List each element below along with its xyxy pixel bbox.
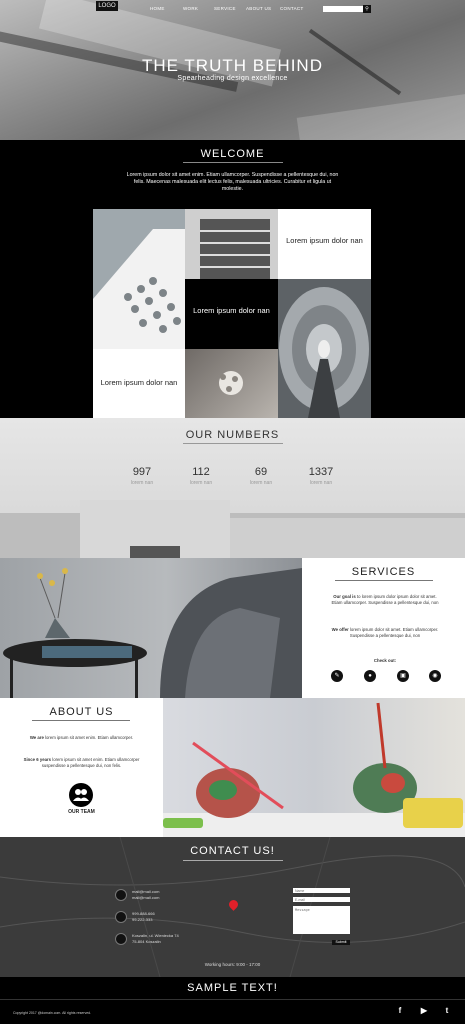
phone-icon	[115, 911, 127, 923]
since-rest: lorem ipsum sit amet enim. Etiam ullamco…	[41, 757, 140, 768]
name-field[interactable]	[293, 888, 350, 893]
gallery-tile-text-2[interactable]: Lorem ipsum dolor nan	[185, 279, 278, 349]
since-bold: Since 6 years	[23, 757, 52, 762]
pen-icon[interactable]: ✎	[331, 670, 343, 682]
tv-icon[interactable]: ▣	[397, 670, 409, 682]
services-image	[0, 558, 302, 698]
building-window	[130, 546, 180, 558]
twitter-icon[interactable]: t	[442, 1006, 452, 1016]
welcome-title: WELCOME	[200, 148, 265, 160]
tile-caption: Lorem ipsum dolor nan	[193, 306, 270, 315]
hero-subtitle: Spearheading design excellence	[177, 75, 288, 82]
about-divider	[32, 720, 130, 721]
working-hours: Working hours: 9:00 - 17:00	[204, 962, 261, 967]
tunnel-shape	[279, 287, 369, 418]
submit-button[interactable]: Submit	[332, 940, 350, 945]
nav-work[interactable]: WORK	[183, 6, 198, 11]
we-are-rest: lorem ipsum sit amet enim. Etiam ullamco…	[43, 735, 134, 740]
offer-rest: lorem ipsum dolor sit amet. Etiam ullamc…	[348, 627, 439, 638]
ornament-shape	[219, 371, 243, 395]
services-divider	[335, 580, 433, 581]
services-offer-text: We offer lorem ipsum dolor sit amet. Eti…	[330, 627, 440, 639]
stat-label: lorem nan	[130, 480, 154, 486]
stat-value: 1337	[308, 466, 334, 478]
mail-icon	[115, 889, 127, 901]
youtube-icon[interactable]: ▶	[419, 1006, 429, 1016]
interior-shape	[3, 568, 302, 698]
gallery-tile-text-3[interactable]: Lorem ipsum dolor nan	[93, 349, 185, 418]
gallery-tile-text-1[interactable]: Lorem ipsum dolor nan	[278, 209, 371, 279]
building-shape	[185, 209, 278, 279]
goal-bold: Our goal is	[333, 594, 356, 599]
location-icon	[115, 933, 127, 945]
stat-label: lorem nan	[189, 480, 213, 486]
welcome-divider	[183, 162, 283, 163]
hero-title: THE TRUTH BEHIND	[142, 56, 323, 75]
about-we-are-text: We are lorem ipsum sit amet enim. Etiam …	[14, 735, 149, 741]
contact-title: CONTACT US!	[190, 845, 275, 857]
message-field[interactable]	[293, 906, 350, 934]
we-are-bold: We are	[29, 735, 44, 740]
stat-label: lorem nan	[309, 480, 333, 486]
numbers-title: OUR NUMBERS	[185, 429, 280, 441]
painting-hands-shape	[163, 702, 465, 837]
contact-address: Koszalin, ul. Wieniecka 74 75-804 Koszal…	[132, 933, 179, 944]
welcome-text: Lorem ipsum dolor sit amet enim. Etiam u…	[126, 172, 339, 192]
gallery-image-tunnel[interactable]	[278, 279, 371, 418]
about-image	[163, 698, 465, 837]
phone-1[interactable]: 999-888-666	[132, 911, 155, 917]
search-input[interactable]	[323, 6, 363, 12]
team-glyph	[73, 789, 89, 801]
contact-emails: mail@mail.com mail@mail.com	[132, 889, 159, 900]
numbers-divider	[183, 443, 283, 444]
team-label[interactable]: OUR TEAM	[0, 809, 163, 815]
footer-divider	[0, 999, 465, 1000]
about-since-text: Since 6 years lorem ipsum sit amet enim.…	[14, 757, 149, 769]
gallery-image-ornament[interactable]	[185, 349, 278, 418]
disc-icon[interactable]: ◉	[429, 670, 441, 682]
gallery-image-building[interactable]	[185, 209, 278, 279]
tile-caption: Lorem ipsum dolor nan	[100, 378, 178, 387]
nav-home[interactable]: HOME	[150, 6, 165, 11]
services-title: SERVICES	[351, 566, 416, 578]
nav-contact[interactable]: CONTACT	[280, 6, 304, 11]
facade-shape	[93, 229, 185, 349]
offer-bold: We offer	[331, 627, 349, 632]
email-2[interactable]: mail@mail.com	[132, 895, 159, 901]
address-line-1: Koszalin, ul. Wieniecka 74	[132, 933, 179, 938]
tile-caption: Lorem ipsum dolor nan	[286, 236, 363, 245]
building-block	[230, 518, 465, 558]
stat-value: 997	[132, 466, 152, 478]
search-icon[interactable]: ⚲	[363, 5, 371, 13]
nav-about-us[interactable]: ABOUT US	[246, 6, 271, 11]
services-checkout-label: Check out:	[373, 658, 397, 663]
nav-service[interactable]: SERVICE	[214, 6, 236, 11]
about-title: ABOUT US	[49, 706, 114, 718]
email-1[interactable]: mail@mail.com	[132, 889, 159, 895]
stat-label: lorem nan	[249, 480, 273, 486]
phone-2[interactable]: 99-222-333	[132, 917, 155, 923]
facebook-icon[interactable]: f	[395, 1006, 405, 1016]
team-icon[interactable]	[69, 783, 93, 807]
contact-divider	[183, 860, 283, 861]
hero-paper-shape-2	[296, 92, 465, 140]
stat-value: 69	[254, 466, 268, 478]
email-field[interactable]	[293, 897, 350, 902]
logo[interactable]: LOGO	[96, 1, 118, 11]
services-goal-text: Our goal is to lorem ipsum dolor ipsum d…	[330, 594, 440, 606]
footer-sample-text: SAMPLE TEXT!	[187, 982, 278, 994]
gamepad-icon[interactable]: ●	[364, 670, 376, 682]
address-line-2: 75-804 Koszalin	[132, 938, 161, 944]
contact-phones: 999-888-666 99-222-333	[132, 911, 155, 922]
copyright: Copyright 2017 @domain.com. All rights r…	[13, 1011, 92, 1015]
gallery-image-facade[interactable]	[93, 209, 185, 349]
stat-value: 112	[192, 466, 210, 478]
